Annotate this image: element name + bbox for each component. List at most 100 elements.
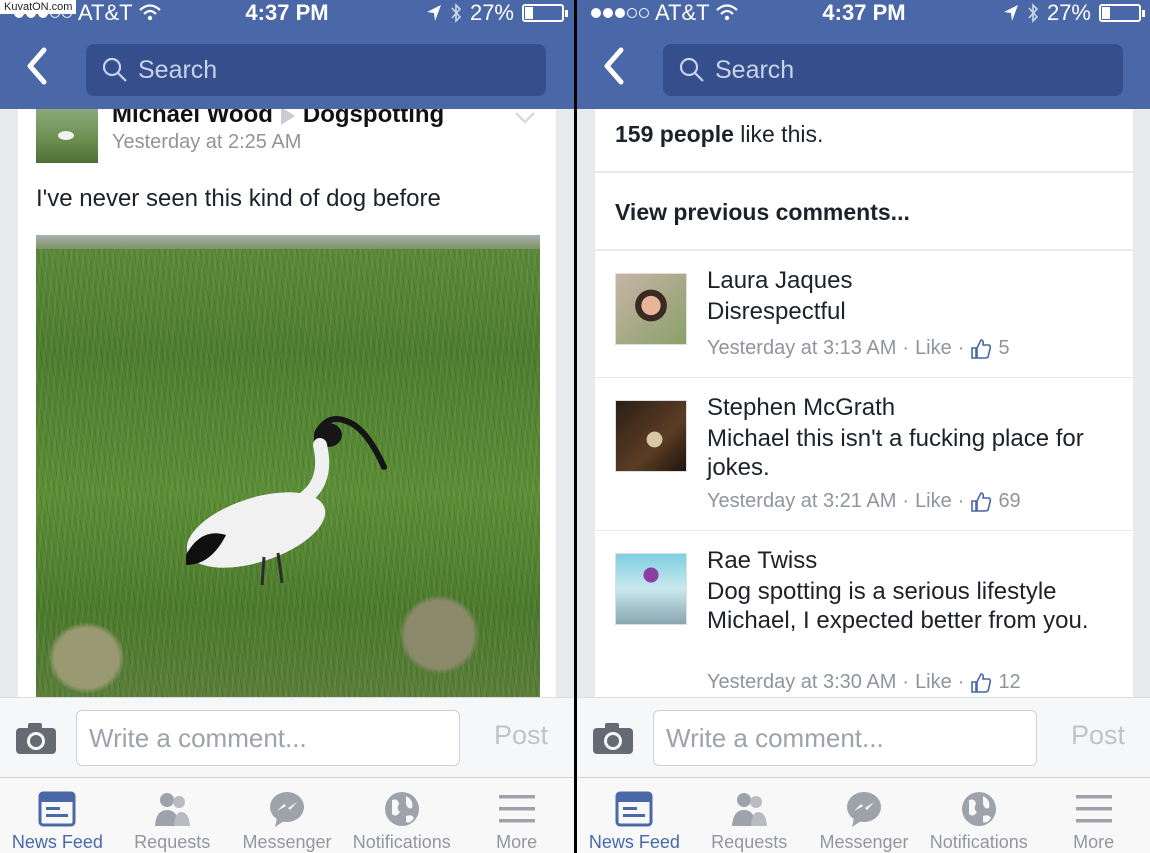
comment-time: Yesterday at 3:21 AM: [707, 490, 897, 512]
author-name[interactable]: Michael Wood: [112, 109, 273, 128]
right-screen: AT&T 4:37 PM 27% Search 159 people like …: [577, 0, 1150, 853]
post-button[interactable]: Post: [494, 720, 548, 751]
battery-percent: 27%: [1046, 0, 1091, 25]
tab-news-feed[interactable]: News Feed: [0, 778, 115, 853]
like-link[interactable]: Like: [915, 671, 952, 694]
search-input[interactable]: Search: [86, 44, 546, 96]
view-previous-comments-link[interactable]: View previous comments...: [595, 173, 1133, 249]
news-feed-icon: [38, 791, 76, 827]
tab-label: More: [496, 832, 538, 852]
tab-news-feed[interactable]: News Feed: [577, 778, 692, 853]
camera-icon[interactable]: [14, 722, 58, 756]
search-icon: [679, 57, 704, 82]
arrow-right-icon: [280, 109, 295, 125]
news-feed-icon: [615, 791, 653, 827]
commenter-name[interactable]: Rae Twiss: [707, 547, 817, 575]
post-photo[interactable]: [36, 235, 540, 697]
comment-time: Yesterday at 3:13 AM: [707, 337, 897, 359]
messenger-icon: [269, 792, 304, 827]
status-bar: AT&T 4:37 PM 27%: [0, 0, 574, 26]
comment-item: Laura Jaques Disrespectful Yesterday at …: [595, 251, 1133, 377]
avatar[interactable]: [615, 273, 687, 345]
thumbs-up-icon: [971, 338, 992, 359]
commenter-name[interactable]: Laura Jaques: [707, 267, 852, 295]
globe-icon: [961, 792, 996, 826]
avatar[interactable]: [615, 553, 687, 625]
comment-input[interactable]: Write a comment...: [76, 710, 460, 766]
like-link[interactable]: Like: [915, 337, 952, 360]
battery-percent: 27%: [469, 0, 514, 25]
back-chevron-icon[interactable]: [599, 46, 633, 90]
thumbs-up-icon: [971, 491, 992, 512]
tab-notifications[interactable]: Notifications: [921, 778, 1036, 853]
battery-fill: [525, 7, 534, 19]
like-count[interactable]: 5: [998, 337, 1009, 360]
chevron-down-icon[interactable]: [514, 111, 536, 125]
commenter-name[interactable]: Stephen McGrath: [707, 394, 895, 422]
avatar[interactable]: [615, 400, 687, 472]
tab-requests[interactable]: Requests: [692, 778, 807, 853]
tab-requests[interactable]: Requests: [115, 778, 230, 853]
tab-label: Notifications: [352, 832, 451, 852]
tab-label: News Feed: [588, 832, 680, 852]
messenger-icon: [846, 792, 881, 827]
like-link[interactable]: Like: [915, 490, 952, 513]
tab-label: More: [1073, 832, 1115, 852]
status-right: 27%: [1003, 0, 1145, 26]
left-screen: AT&T 4:37 PM 27% Search Michael Wood Dogs…: [0, 0, 574, 853]
comment-meta: Yesterday at 3:13 AM · Like · 5: [707, 337, 1010, 360]
battery-fill: [1102, 7, 1111, 19]
bluetooth-icon: [451, 3, 462, 23]
like-count[interactable]: 12: [998, 671, 1020, 694]
tab-more[interactable]: More: [459, 778, 574, 853]
comment-text: Dog spotting is a serious lifestyle Mich…: [707, 578, 1089, 634]
tab-messenger[interactable]: Messenger: [807, 778, 922, 853]
tab-label: Messenger: [819, 832, 909, 852]
comment-text: Michael this isn't a fucking place for j…: [707, 425, 1084, 481]
comment-composer: Write a comment... Post: [0, 697, 574, 777]
requests-icon: [155, 793, 191, 826]
tab-label: News Feed: [11, 832, 103, 852]
globe-icon: [384, 792, 419, 826]
tab-notifications[interactable]: Notifications: [344, 778, 459, 853]
author-avatar[interactable]: [36, 109, 98, 163]
comment-input[interactable]: Write a comment...: [653, 710, 1037, 766]
search-placeholder: Search: [715, 55, 795, 84]
nav-bar: AT&T 4:37 PM 27% Search: [0, 0, 574, 109]
location-icon: [426, 5, 441, 21]
bluetooth-icon: [1028, 3, 1039, 23]
tab-label: Requests: [134, 832, 211, 852]
post-text: I've never seen this kind of dog before: [36, 185, 441, 212]
tab-label: Messenger: [242, 832, 332, 852]
feed-content: Michael Wood Dogspotting Yesterday at 2:2…: [0, 109, 574, 697]
post-button[interactable]: Post: [1071, 720, 1125, 751]
like-count[interactable]: 69: [998, 490, 1020, 513]
requests-icon: [732, 793, 768, 826]
watermark: KuvatON.com: [0, 0, 77, 14]
menu-icon: [498, 795, 535, 823]
ibis-bird-image: [186, 416, 387, 586]
comment-item: Rae Twiss Dog spotting is a serious life…: [595, 531, 1133, 697]
likes-summary[interactable]: 159 people like this.: [595, 109, 1133, 171]
menu-icon: [1075, 795, 1112, 823]
tab-label: Requests: [711, 832, 788, 852]
camera-icon[interactable]: [591, 722, 635, 756]
likes-count: 159 people: [615, 121, 734, 147]
search-icon: [102, 57, 127, 82]
battery-icon: [1099, 4, 1145, 22]
post-card: Michael Wood Dogspotting Yesterday at 2:2…: [18, 109, 556, 697]
post-timestamp[interactable]: Yesterday at 2:25 AM: [112, 131, 301, 154]
nav-bar: AT&T 4:37 PM 27% Search: [577, 0, 1150, 109]
status-bar: AT&T 4:37 PM 27%: [577, 0, 1150, 26]
tab-more[interactable]: More: [1036, 778, 1150, 853]
tab-label: Notifications: [929, 832, 1028, 852]
tab-messenger[interactable]: Messenger: [230, 778, 345, 853]
location-icon: [1003, 5, 1018, 21]
thumbs-up-icon: [971, 672, 992, 693]
group-name[interactable]: Dogspotting: [303, 109, 444, 128]
status-right: 27%: [426, 0, 568, 26]
likes-suffix: like this.: [733, 121, 824, 147]
back-chevron-icon[interactable]: [22, 46, 56, 90]
comment-composer: Write a comment... Post: [577, 697, 1150, 777]
search-input[interactable]: Search: [663, 44, 1123, 96]
